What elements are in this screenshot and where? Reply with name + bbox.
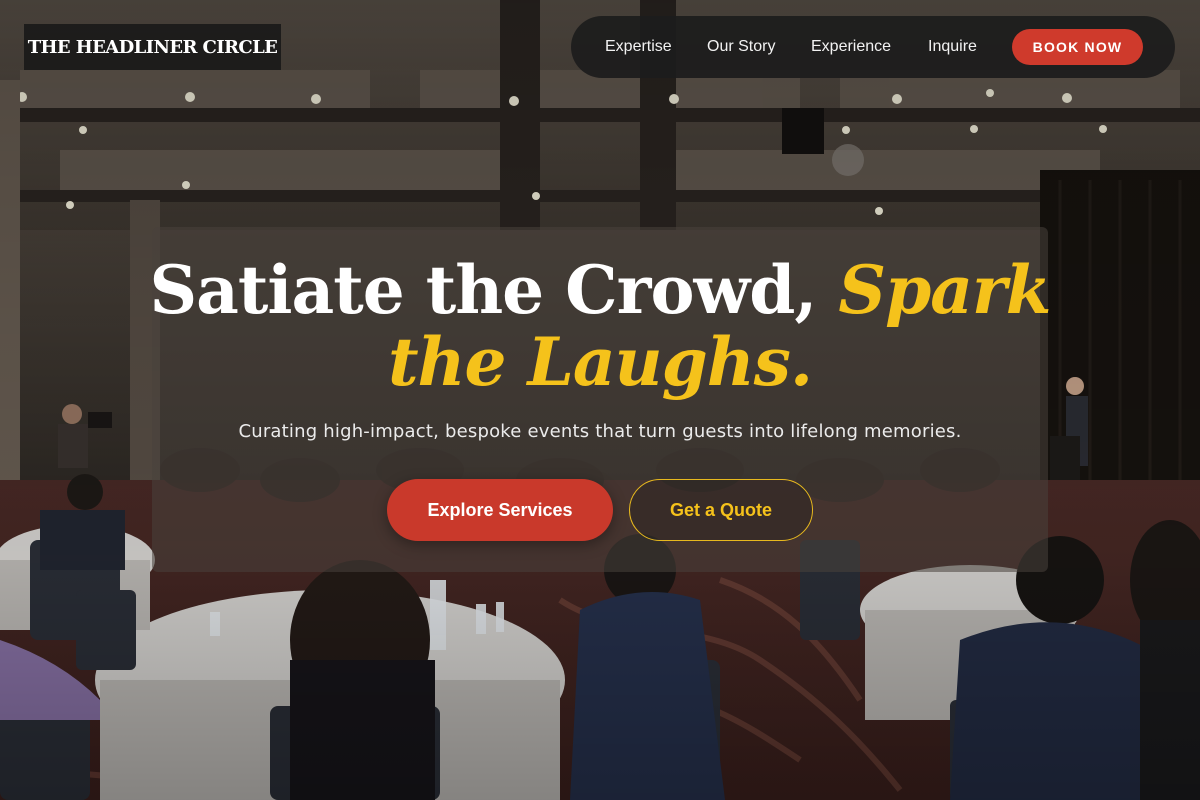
brand-logo[interactable]: THE HEADLINER CIRCLE [24,24,281,70]
hero-title: Satiate the Crowd, Spark the Laughs. [0,254,1200,398]
explore-services-button[interactable]: Explore Services [387,479,613,541]
hero-title-part1: Satiate the Crowd, [149,251,818,329]
hero-title-accent-1: Spark [838,251,1051,329]
hero-title-accent-2: the Laughs. [388,323,813,401]
brand-name: THE HEADLINER CIRCLE [27,36,278,58]
nav-link-expertise[interactable]: Expertise [605,16,672,78]
nav-link-experience[interactable]: Experience [811,16,891,78]
book-now-button[interactable]: BOOK NOW [1012,29,1143,65]
nav-link-our-story[interactable]: Our Story [707,16,775,78]
hero-subtitle: Curating high-impact, bespoke events tha… [238,421,962,442]
main-nav: Expertise Our Story Experience Inquire B… [571,16,1175,78]
nav-link-inquire[interactable]: Inquire [928,16,977,78]
get-a-quote-button[interactable]: Get a Quote [629,479,813,541]
